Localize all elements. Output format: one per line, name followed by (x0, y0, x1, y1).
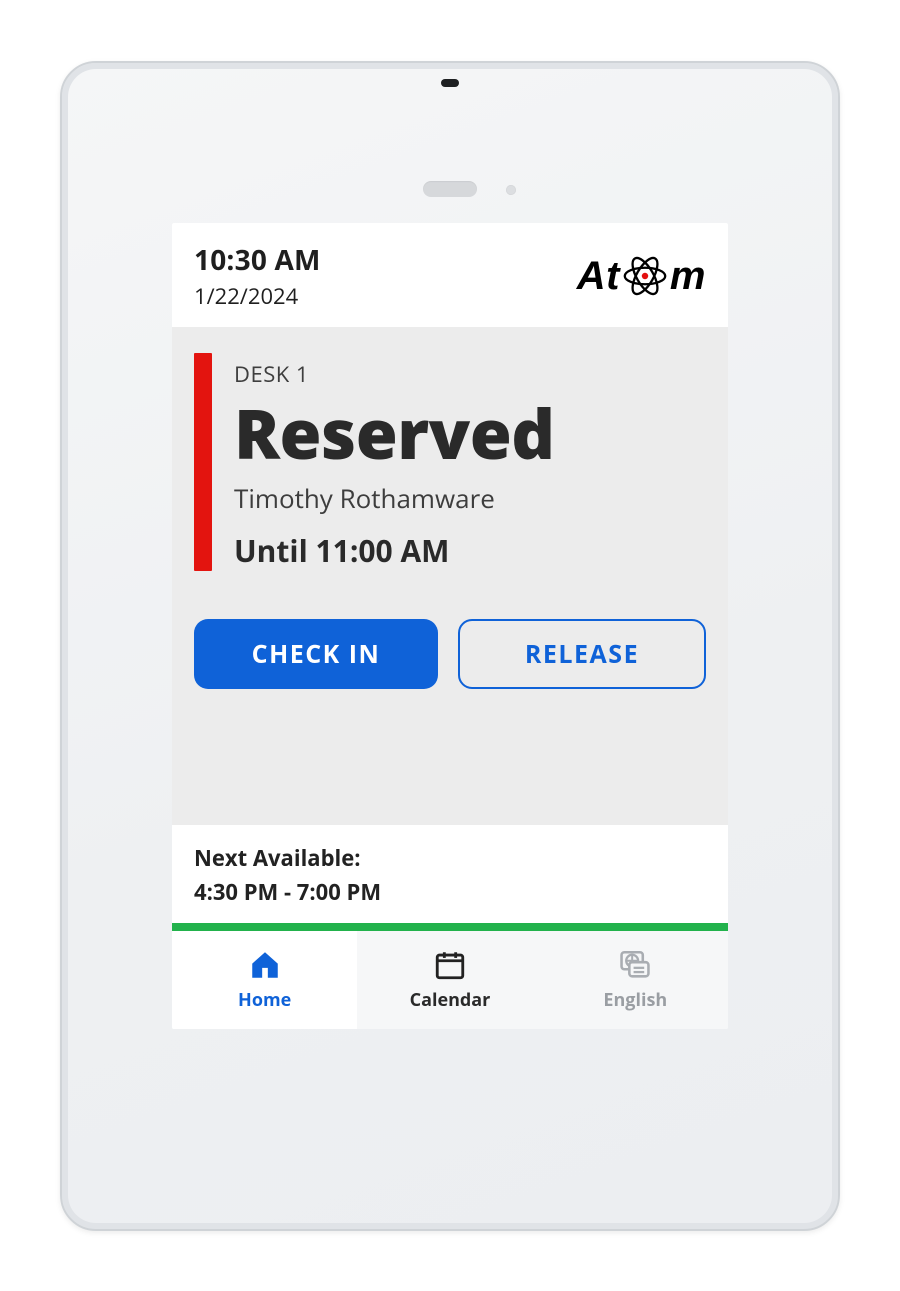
nav-language-label: English (603, 988, 667, 1012)
nav-home-label: Home (238, 988, 291, 1012)
desk-label: DESK 1 (234, 359, 554, 389)
next-available-label: Next Available: (194, 843, 706, 873)
screen: 10:30 AM 1/22/2024 At m (172, 223, 728, 1029)
header-datetime: 10:30 AM 1/22/2024 (194, 241, 321, 311)
nav-calendar[interactable]: Calendar (357, 931, 542, 1029)
header: 10:30 AM 1/22/2024 At m (172, 223, 728, 327)
brand-text-post: m (670, 256, 706, 296)
next-available-panel: Next Available: 4:30 PM - 7:00 PM Home (172, 825, 728, 1029)
brand-logo: At m (577, 253, 706, 299)
device-front-camera (506, 185, 516, 195)
bottom-nav: Home Calendar (172, 931, 728, 1029)
clock-time: 10:30 AM (194, 241, 321, 279)
brand-text-pre: At (577, 256, 620, 296)
reservation-status-card: DESK 1 Reserved Timothy Rothamware Until… (172, 327, 728, 719)
globe-chat-icon (618, 948, 652, 982)
release-button[interactable]: RELEASE (458, 619, 706, 689)
home-icon (248, 948, 282, 982)
device-notch (441, 79, 459, 87)
calendar-icon (433, 948, 467, 982)
action-buttons: CHECK IN RELEASE (194, 619, 706, 689)
check-in-button[interactable]: CHECK IN (194, 619, 438, 689)
next-available-range: 4:30 PM - 7:00 PM (194, 877, 706, 907)
clock-date: 1/22/2024 (194, 281, 321, 311)
tablet-device-frame: 10:30 AM 1/22/2024 At m (60, 61, 840, 1231)
reserved-until: Until 11:00 AM (234, 530, 554, 571)
nav-calendar-label: Calendar (410, 988, 491, 1012)
status-accent-bar (194, 353, 212, 571)
reservation-state: Reserved (234, 397, 554, 468)
nav-language[interactable]: English (543, 931, 728, 1029)
nav-home[interactable]: Home (172, 931, 357, 1029)
reserved-by: Timothy Rothamware (234, 480, 554, 516)
atom-icon (622, 253, 668, 299)
availability-indicator-bar (172, 923, 728, 931)
device-speaker (423, 181, 477, 197)
